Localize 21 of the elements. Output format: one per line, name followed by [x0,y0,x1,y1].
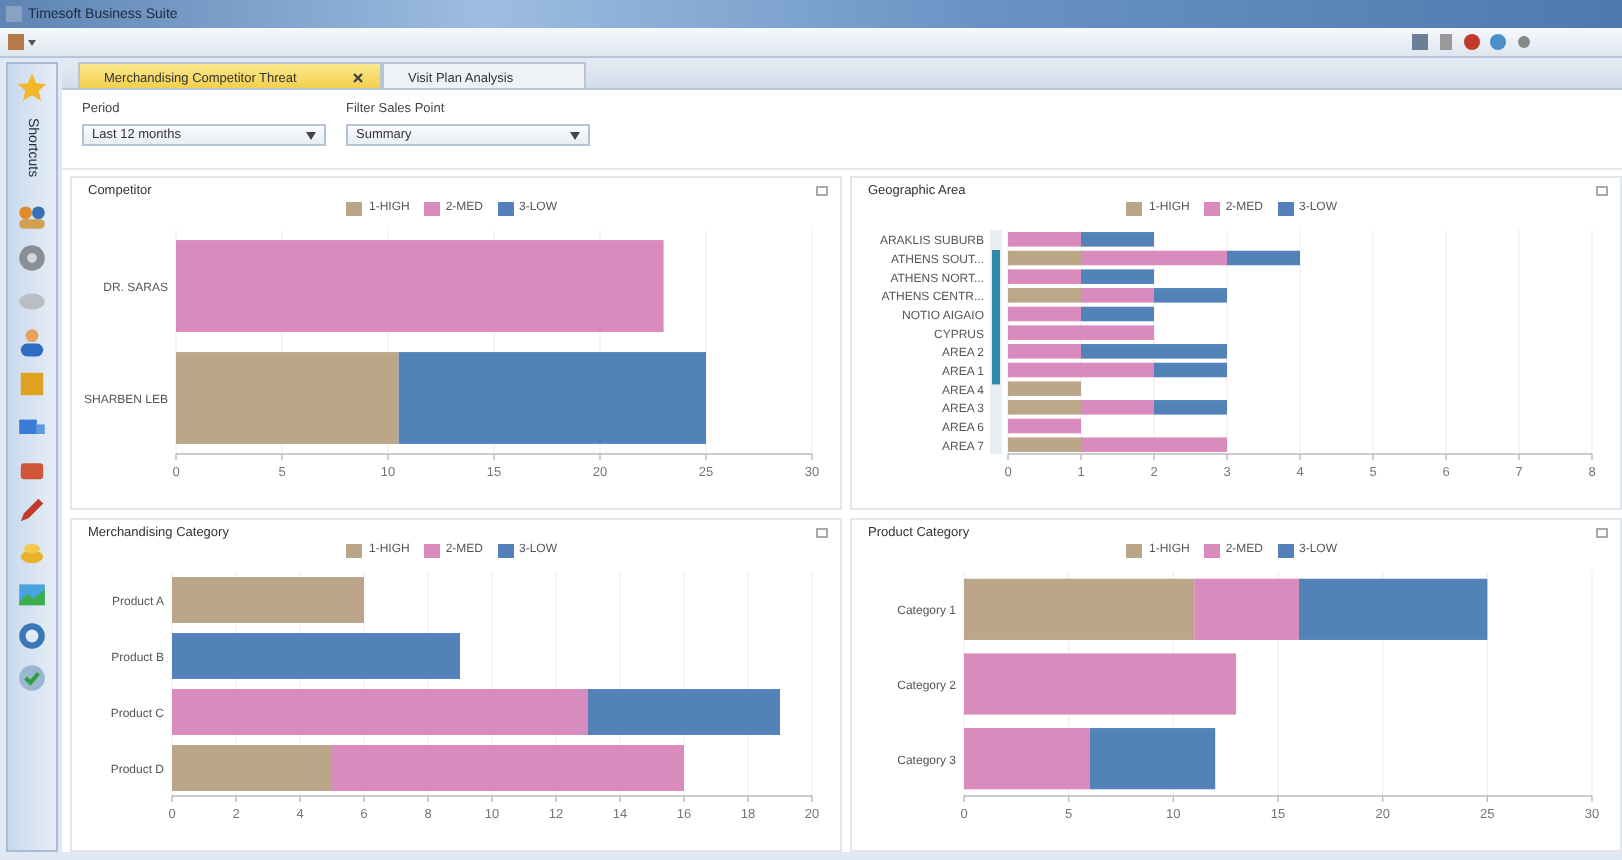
app-icon [6,6,22,22]
caret-icon [570,131,580,139]
bar [1008,418,1081,434]
maximize-icon[interactable] [816,528,828,538]
maximize-icon[interactable] [1596,528,1608,538]
box-icon[interactable] [16,367,48,400]
page-icon[interactable] [1436,32,1456,52]
bar [1089,728,1216,790]
disc-icon[interactable] [16,241,48,274]
person-icon[interactable] [16,325,48,358]
maximize-icon[interactable] [1596,186,1608,196]
pencil-icon[interactable] [16,493,48,526]
bar [1008,381,1081,396]
bar [964,728,1090,790]
scrollbar[interactable] [990,230,1002,454]
maximize-icon[interactable] [816,186,828,196]
star-icon[interactable] [16,72,48,104]
menu-icon[interactable] [8,32,36,52]
close-icon[interactable] [352,72,364,84]
check-icon[interactable] [16,661,48,694]
caret-icon [306,131,316,139]
